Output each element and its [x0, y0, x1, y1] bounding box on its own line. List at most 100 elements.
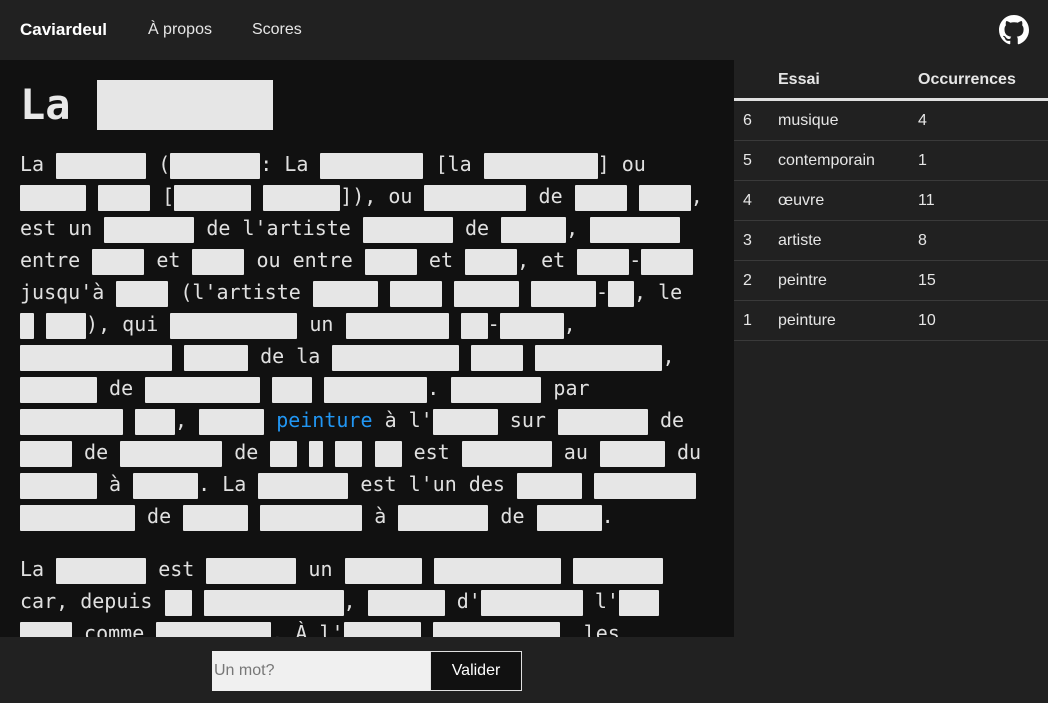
- hidden-word: [309, 440, 324, 467]
- hidden-word: [135, 408, 176, 435]
- hidden-word: [263, 184, 341, 211]
- table-row[interactable]: 1 peinture 10: [734, 301, 1048, 341]
- hidden-word: [433, 557, 561, 584]
- guess-form: Valider: [0, 637, 1048, 703]
- table-row[interactable]: 2 peintre 15: [734, 261, 1048, 301]
- github-icon[interactable]: [999, 15, 1029, 45]
- table-row[interactable]: 3 artiste 8: [734, 221, 1048, 261]
- table-header: Essai Occurrences: [734, 60, 1048, 101]
- hidden-word: [20, 184, 86, 211]
- hidden-word: [531, 280, 596, 307]
- hidden-word: [343, 621, 421, 637]
- revealed-word: est: [413, 440, 450, 464]
- nav-link-scores[interactable]: Scores: [252, 21, 302, 39]
- title-word: La: [20, 80, 71, 129]
- hidden-word: [461, 440, 552, 467]
- text-line: de la ,: [20, 340, 675, 372]
- revealed-word: : La: [260, 152, 309, 176]
- guess-occurrences: 4: [918, 112, 927, 129]
- text-line: [ ]), ou de ,: [20, 180, 703, 212]
- revealed-word: sur: [509, 408, 546, 432]
- table-row[interactable]: 6 musique 4: [734, 101, 1048, 141]
- hidden-word: [170, 312, 298, 339]
- hidden-word: [20, 312, 34, 339]
- revealed-word: La: [20, 557, 45, 581]
- hidden-word: [536, 504, 602, 531]
- hidden-word: [20, 440, 72, 467]
- revealed-word: (l'artiste: [180, 280, 301, 304]
- guess-occurrences: 15: [918, 272, 936, 289]
- revealed-word: entre: [20, 248, 81, 272]
- hidden-word: [516, 472, 582, 499]
- hidden-word: [116, 280, 169, 307]
- guess-word: musique: [778, 112, 839, 129]
- revealed-word: de: [109, 376, 134, 400]
- nav-link-a-propos[interactable]: À propos: [148, 21, 212, 39]
- revealed-word: du: [676, 440, 702, 464]
- text-line: ), qui un -,: [20, 308, 576, 340]
- hidden-word: [389, 280, 442, 307]
- revealed-word: ,: [566, 216, 579, 240]
- hidden-word: [638, 184, 691, 211]
- guess-number: 3: [743, 232, 752, 249]
- hidden-word: [20, 504, 135, 531]
- hidden-word: [608, 280, 635, 307]
- text-line: jusqu'à (l'artiste - , le: [20, 276, 682, 308]
- revealed-word: , et: [517, 248, 566, 272]
- hidden-word: [98, 184, 151, 211]
- revealed-word: l': [594, 589, 619, 613]
- hidden-word: [460, 312, 488, 339]
- revealed-word: d': [456, 589, 481, 613]
- text-line: La est un: [20, 553, 663, 585]
- revealed-word: de l'artiste: [206, 216, 351, 240]
- hidden-word: [120, 440, 223, 467]
- guess-occurrences: 1: [918, 152, 927, 169]
- hidden-word: [432, 621, 560, 637]
- guess-occurrences: 10: [918, 312, 936, 329]
- hidden-word: [557, 408, 648, 435]
- text-line: à . La est l'un des: [20, 468, 696, 500]
- revealed-word: ]), ou: [340, 184, 413, 208]
- revealed-word: . La: [198, 472, 247, 496]
- revealed-word: ,: [563, 312, 576, 336]
- guess-occurrences: 11: [918, 192, 935, 209]
- revealed-word: ), qui: [86, 312, 159, 336]
- revealed-word: est: [158, 557, 195, 581]
- text-line: , peinture à l' sur de: [20, 404, 684, 436]
- text-line: entre et ou entre et , et -: [20, 244, 694, 276]
- guess-number: 2: [743, 272, 752, 289]
- revealed-word: est l'un des: [360, 472, 505, 496]
- brand-link[interactable]: Caviardeul: [20, 20, 107, 40]
- revealed-word: . À l': [271, 621, 344, 637]
- hidden-word: [170, 152, 261, 179]
- guess-word: peintre: [778, 272, 827, 289]
- hidden-word: [398, 504, 489, 531]
- hidden-word: [471, 344, 524, 371]
- revealed-word: ] ou: [597, 152, 646, 176]
- submit-button[interactable]: Valider: [430, 651, 522, 691]
- revealed-word: au: [563, 440, 588, 464]
- revealed-word: de: [538, 184, 563, 208]
- hidden-word: [96, 80, 273, 130]
- hidden-word: [335, 440, 363, 467]
- hidden-word: [270, 440, 298, 467]
- word-input[interactable]: [212, 651, 431, 691]
- hidden-word: [345, 312, 449, 339]
- hidden-word: [164, 589, 192, 616]
- table-row[interactable]: 4 œuvre 11: [734, 181, 1048, 221]
- revealed-word: de la: [260, 344, 321, 368]
- revealed-word: à: [374, 504, 387, 528]
- revealed-word: ,: [662, 344, 675, 368]
- hidden-word: [183, 504, 249, 531]
- hidden-word: [133, 472, 199, 499]
- hidden-word: [432, 408, 498, 435]
- column-header-occurrences[interactable]: Occurrences: [918, 71, 1016, 89]
- text-line: car, depuis , d' l': [20, 585, 659, 617]
- found-word: peinture: [276, 408, 373, 432]
- guess-occurrences: 8: [918, 232, 927, 249]
- column-header-essai[interactable]: Essai: [778, 71, 820, 89]
- hidden-word: [174, 184, 252, 211]
- table-row[interactable]: 5 contemporain 1: [734, 141, 1048, 181]
- revealed-word: un: [309, 312, 334, 336]
- revealed-word: et: [156, 248, 181, 272]
